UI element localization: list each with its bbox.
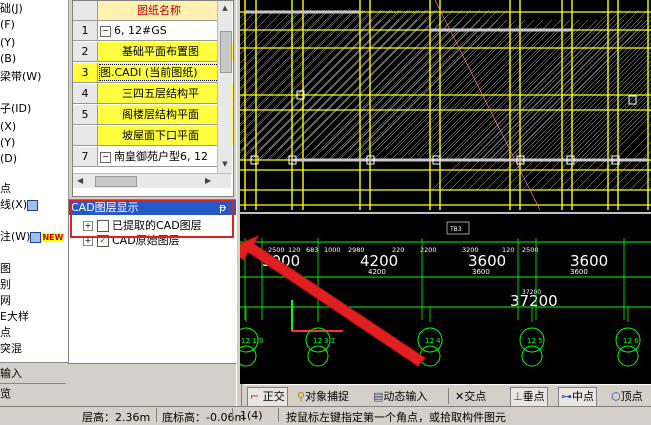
left-menu-item[interactable]: (D): [0, 150, 17, 168]
drawing-name: 基础平面布置图: [122, 45, 199, 58]
drawing-name-cell[interactable]: −6, 12#GS: [98, 21, 220, 40]
tb-label: TB3: [449, 226, 462, 233]
object-snap-button[interactable]: ⚲对象捕捉: [294, 387, 352, 407]
left-menu-item[interactable]: 线(X): [0, 196, 39, 214]
table-row[interactable]: 5 阁楼层结构平面: [73, 105, 233, 125]
axis-label: 12 1/0: [241, 337, 263, 345]
vertex-snap-button[interactable]: ⬡顶点: [608, 387, 646, 407]
table-row[interactable]: 坡屋面下口平面: [73, 126, 233, 146]
canvas-background: [240, 0, 651, 384]
snap-toolbar: ⌐ 正交 ⚲对象捕捉 ▤动态输入 ✕交点 ⊥垂点 ⊶中点 ⬡顶点: [244, 384, 651, 407]
new-badge: NEW: [41, 233, 65, 242]
intersection-snap-button[interactable]: ✕交点: [452, 387, 489, 407]
scroll-down-icon[interactable]: ▼: [220, 159, 230, 169]
table-row[interactable]: 7− 南皇御苑户型6, 12: [73, 147, 225, 167]
scroll-up-icon[interactable]: ▲: [220, 3, 230, 13]
left-menu-item[interactable]: (F): [0, 16, 15, 34]
left-menu-item[interactable]: 突混: [0, 340, 22, 358]
drawing-list-panel: 图纸名称 1−6, 12#GS 2 基础平面布置图 3 图.CADI (当前图纸) 4 三四…: [72, 0, 234, 197]
row-number: 3: [73, 63, 98, 82]
drawing-name: 图.CADI (当前图纸): [100, 66, 198, 79]
layer-icon: [30, 231, 42, 243]
horizontal-scrollbar[interactable]: ◀ ▶: [73, 173, 231, 188]
perpendicular-icon: ⊥: [513, 390, 523, 403]
drawing-name: 6, 12#GS: [114, 24, 167, 37]
annotation-highlight-box: [70, 200, 234, 238]
input-menu-item[interactable]: 输入: [0, 365, 66, 384]
scroll-left-icon[interactable]: ◀: [77, 176, 83, 185]
axis-label: 12 5: [527, 337, 543, 345]
browse-menu-item[interactable]: 览: [0, 385, 66, 403]
status-bar: 层高：2.36m 底标高：-0.06m 1(4) 按鼠标左键指定第一个角点，或拾…: [0, 406, 651, 424]
perpendicular-snap-button[interactable]: ⊥垂点: [510, 387, 548, 407]
column-header-drawing-name[interactable]: 图纸名称: [98, 1, 220, 20]
dynamic-input-button[interactable]: ▤动态输入: [370, 387, 430, 407]
row-number: 1: [73, 21, 98, 40]
ortho-icon: ⌐: [250, 390, 260, 403]
dimension-label: 3600: [472, 268, 490, 276]
cad-layer-panel: CAD图层显示 ᵽ + 已提取的CAD图层 + ✓ CAD原始图层: [68, 199, 238, 364]
row-number: 7: [73, 147, 98, 166]
drawing-name: 坡屋面下口平面: [122, 129, 199, 142]
drawing-name-cell[interactable]: − 南皇御苑户型6, 12: [98, 147, 220, 166]
drawing-name-cell[interactable]: 坡屋面下口平面: [98, 126, 233, 145]
total-dimension-small: 37200: [522, 289, 541, 296]
scroll-right-icon[interactable]: ▶: [205, 176, 211, 185]
midpoint-snap-button[interactable]: ⊶中点: [558, 387, 597, 407]
dimension-label: 3600: [570, 268, 588, 276]
dimension-label: 1000: [324, 246, 341, 254]
drawing-name: 南皇御苑户型6, 12: [114, 150, 208, 163]
left-menu-panel: 础(J) (F) (Y) (B) 梁带(W) 子(ID) (X) (Y) (D) 点线(X) 注(W…: [0, 0, 69, 362]
row-number: 2: [73, 42, 98, 61]
row-number: 4: [73, 84, 98, 103]
drawing-name-cell[interactable]: 三四五层结构平: [98, 84, 233, 103]
selection-count: 1(4): [240, 409, 263, 422]
intersect-icon: ✕: [455, 390, 465, 403]
table-row[interactable]: 4 三四五层结构平: [73, 84, 233, 104]
scroll-thumb-horizontal[interactable]: [95, 176, 137, 187]
scroll-thumb[interactable]: [220, 31, 232, 73]
dimension-label: 683: [306, 246, 318, 254]
axis-label: 12 4: [425, 337, 441, 345]
drawing-name-cell[interactable]: 基础平面布置图: [98, 42, 233, 61]
table-header: 图纸名称: [73, 1, 225, 21]
snap-icon: ⚲: [297, 390, 306, 403]
left-menu-item[interactable]: 梁带(W): [0, 68, 41, 86]
vertex-icon: ⬡: [611, 390, 621, 403]
midpoint-icon: ⊶: [561, 390, 572, 403]
row-number: 5: [73, 105, 98, 124]
drawing-name: 阁楼层结构平面: [122, 108, 199, 121]
left-menu-item[interactable]: (B): [0, 50, 16, 68]
table-row[interactable]: 2 基础平面布置图: [73, 42, 233, 62]
left-bottom-panel: 输入 览: [0, 362, 68, 407]
table-row[interactable]: 3 图.CADI (当前图纸): [73, 63, 225, 83]
left-menu-item[interactable]: 子(ID): [0, 100, 31, 118]
drawing-name: 三四五层结构平: [122, 87, 199, 100]
drawing-name-cell[interactable]: 图.CADI (当前图纸): [98, 63, 222, 82]
collapse-icon[interactable]: −: [100, 151, 111, 163]
dynamic-input-icon: ▤: [373, 390, 384, 403]
dimension-label: 4200: [368, 268, 386, 276]
ortho-button[interactable]: ⌐ 正交: [247, 387, 288, 407]
cad-drawing-canvas[interactable]: TB3 980250012068310002980220220032001202…: [240, 0, 651, 384]
left-menu-item[interactable]: 注(W) NEW: [0, 228, 65, 246]
axis-label: 12 6: [623, 337, 639, 345]
dimension-label: 2200: [420, 246, 437, 254]
vertical-scrollbar[interactable]: ▲ ▼: [217, 1, 232, 173]
axis-label: 12 3 2: [313, 337, 335, 345]
collapse-icon[interactable]: −: [100, 25, 111, 37]
row-number: [73, 126, 98, 145]
drawing-name-cell[interactable]: 阁楼层结构平面: [98, 105, 233, 124]
layer-icon: [27, 199, 39, 211]
table-row[interactable]: 1−6, 12#GS: [73, 21, 225, 41]
